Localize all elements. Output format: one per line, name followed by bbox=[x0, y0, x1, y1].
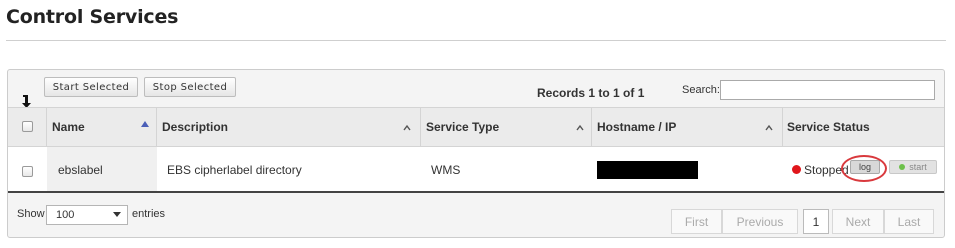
records-info: Records 1 to 1 of 1 bbox=[537, 86, 645, 100]
service-type: WMS bbox=[431, 163, 461, 177]
column-header-service-type[interactable]: Service Type bbox=[426, 120, 499, 134]
select-all-checkbox[interactable] bbox=[22, 121, 33, 132]
search-input[interactable] bbox=[720, 80, 935, 100]
start-button-label: start bbox=[909, 162, 927, 172]
column-header-service-status: Service Status bbox=[787, 120, 870, 134]
pagination-previous[interactable]: Previous bbox=[722, 209, 798, 234]
hostname-redacted bbox=[597, 161, 698, 179]
row-checkbox[interactable] bbox=[22, 166, 33, 177]
show-label: Show bbox=[17, 208, 45, 220]
sort-icon[interactable] bbox=[403, 124, 411, 132]
sort-asc-active-icon[interactable] bbox=[141, 120, 149, 128]
column-header-description[interactable]: Description bbox=[162, 120, 228, 134]
service-name: ebslabel bbox=[58, 163, 103, 177]
pagination-first[interactable]: First bbox=[671, 209, 722, 234]
page-size-select[interactable]: 100 bbox=[46, 205, 128, 225]
pagination-next[interactable]: Next bbox=[832, 209, 884, 234]
status-stopped-icon bbox=[792, 165, 801, 174]
column-header-hostname[interactable]: Hostname / IP bbox=[597, 120, 676, 134]
title-divider bbox=[6, 40, 946, 41]
highlight-circle bbox=[841, 155, 887, 182]
sort-icon[interactable] bbox=[765, 124, 773, 132]
start-status-icon bbox=[899, 164, 906, 170]
chevron-down-icon bbox=[113, 212, 121, 217]
entries-label: entries bbox=[132, 208, 166, 220]
pagination-last[interactable]: Last bbox=[884, 209, 934, 234]
start-button[interactable]: start bbox=[889, 160, 937, 174]
page-size-value: 100 bbox=[56, 209, 75, 221]
search-label: Search: bbox=[682, 84, 720, 96]
service-description: EBS cipherlabel directory bbox=[167, 163, 302, 177]
stop-selected-button[interactable]: Stop Selected bbox=[144, 77, 236, 97]
sort-icon[interactable] bbox=[576, 124, 584, 132]
column-header-name[interactable]: Name bbox=[52, 120, 85, 134]
page-title: Control Services bbox=[6, 6, 179, 28]
start-selected-button[interactable]: Start Selected bbox=[44, 77, 138, 97]
pagination-page-1[interactable]: 1 bbox=[803, 209, 829, 234]
